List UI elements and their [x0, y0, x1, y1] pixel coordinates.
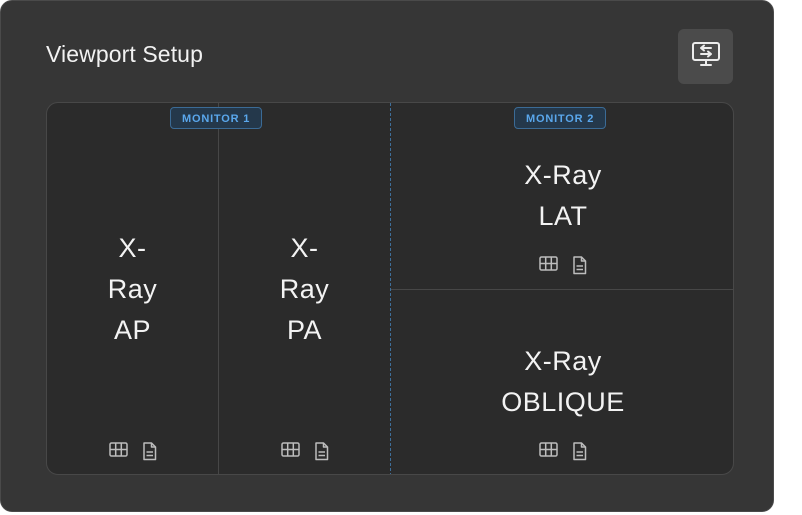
viewport-label: X- Ray PA — [219, 228, 390, 351]
viewport-tools — [391, 256, 733, 275]
grid-icon[interactable] — [539, 442, 558, 461]
viewport-label: X- Ray AP — [47, 228, 218, 351]
viewport-xray-lat[interactable]: X-Ray LAT — [391, 103, 733, 289]
viewport-label-line: AP — [113, 315, 152, 345]
monitor-swap-icon — [691, 41, 721, 72]
viewport-label-line: OBLIQUE — [501, 387, 625, 417]
viewport-tools — [219, 442, 390, 461]
viewport-label: X-Ray LAT — [391, 155, 733, 237]
viewport-label-line: Ray — [107, 274, 158, 304]
viewport-grid: X- Ray AP X- Ray PA X-Ray LAT X-Ray OBLI… — [46, 102, 734, 475]
grid-icon[interactable] — [539, 256, 558, 275]
viewport-xray-oblique[interactable]: X-Ray OBLIQUE — [391, 290, 733, 474]
viewport-label-line: X- — [118, 233, 147, 263]
viewport-label-line: Ray — [279, 274, 330, 304]
dialog-title: Viewport Setup — [46, 41, 203, 67]
monitor-2-badge: MONITOR 2 — [514, 107, 607, 129]
grid-icon[interactable] — [280, 442, 300, 461]
viewport-label-line: PA — [286, 315, 322, 345]
viewport-label-line: LAT — [538, 201, 588, 231]
viewport-xray-pa[interactable]: X- Ray PA — [219, 103, 390, 474]
viewport-label-line: X-Ray — [524, 346, 602, 376]
document-icon[interactable] — [314, 442, 329, 461]
grid-icon[interactable] — [108, 442, 128, 461]
document-icon[interactable] — [572, 442, 587, 461]
document-icon[interactable] — [572, 256, 587, 275]
viewport-tools — [391, 442, 733, 461]
monitor-1-badge: MONITOR 1 — [170, 107, 263, 129]
viewport-label-line: X-Ray — [524, 160, 602, 190]
viewport-setup-panel: Viewport Setup X- Ray AP X- Ray PA X-Ray… — [0, 0, 774, 512]
viewport-tools — [47, 442, 218, 461]
viewport-label: X-Ray OBLIQUE — [391, 341, 733, 423]
viewport-label-line: X- — [290, 233, 319, 263]
document-icon[interactable] — [142, 442, 157, 461]
viewport-xray-ap[interactable]: X- Ray AP — [47, 103, 218, 474]
swap-monitors-button[interactable] — [678, 29, 733, 84]
